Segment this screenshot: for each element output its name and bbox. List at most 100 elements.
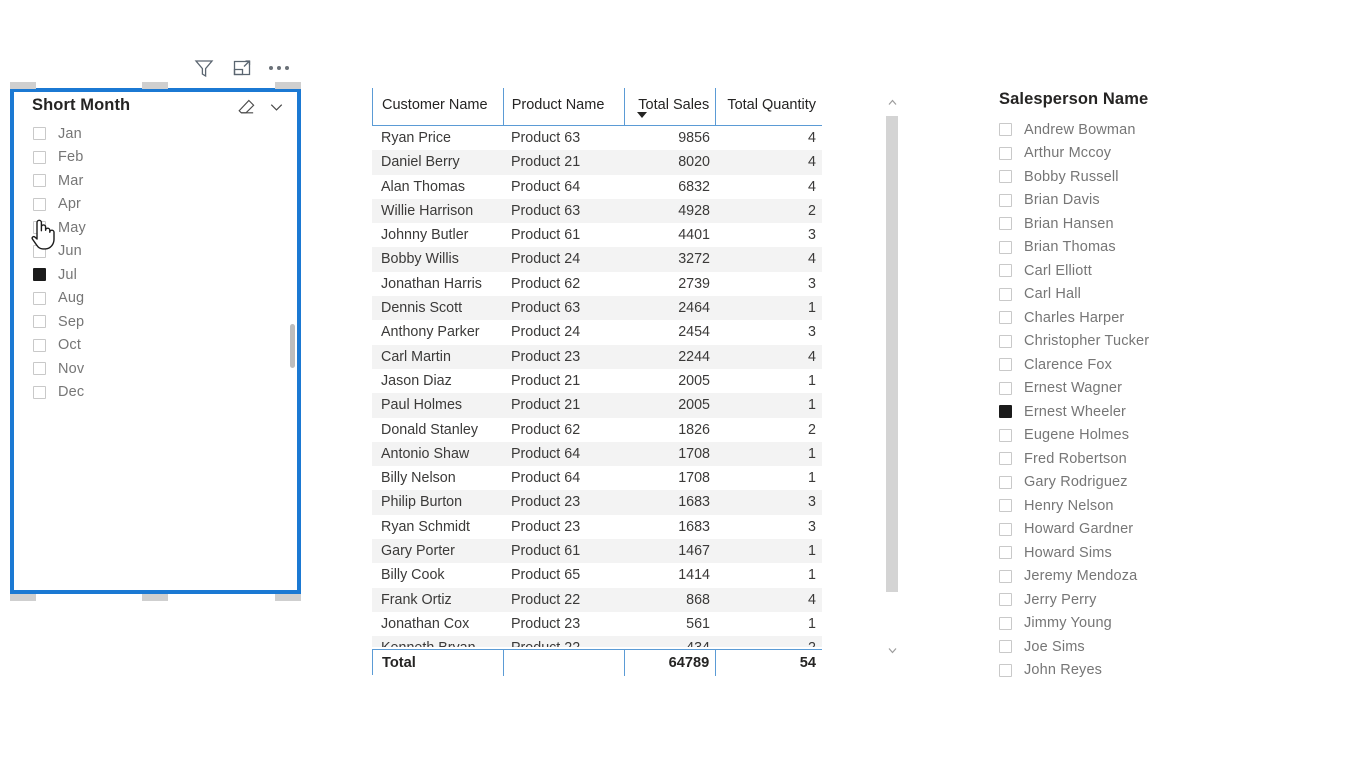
table-row[interactable]: Jonathan Harris Product 62 2739 3: [372, 272, 822, 296]
short-month-slicer[interactable]: Short Month Jan Feb Mar Apr May Jun Jul Aug Sep O…: [10, 88, 301, 594]
checkbox-apr[interactable]: [33, 197, 46, 211]
slicer-item-list[interactable]: Jan Feb Mar Apr May Jun Jul Aug Sep Oct Nov Dec: [14, 122, 297, 590]
checkbox-arthur-mccoy[interactable]: [999, 146, 1012, 160]
table-scrollbar-thumb[interactable]: [886, 116, 898, 592]
checkbox-charles-harper[interactable]: [999, 311, 1012, 325]
checkbox-john-reyes[interactable]: [999, 663, 1012, 677]
checkbox-feb[interactable]: [33, 150, 46, 164]
focus-mode-icon[interactable]: [231, 57, 253, 79]
checkbox-jerry-perry[interactable]: [999, 593, 1012, 607]
checkbox-carl-elliott[interactable]: [999, 264, 1012, 278]
checkbox-christopher-tucker[interactable]: [999, 334, 1012, 348]
slicer-item-jun[interactable]: Jun: [33, 240, 297, 264]
table-row[interactable]: Paul Holmes Product 21 2005 1: [372, 393, 822, 418]
salesperson-item-jimmy-young[interactable]: Jimmy Young: [999, 612, 1259, 636]
eraser-icon[interactable]: [237, 98, 256, 117]
salesperson-item-clarence-fox[interactable]: Clarence Fox: [999, 353, 1259, 377]
scroll-down-chevron-down-icon[interactable]: [885, 642, 899, 658]
table-row[interactable]: Johnny Butler Product 61 4401 3: [372, 223, 822, 247]
table-row[interactable]: Bobby Willis Product 24 3272 4: [372, 247, 822, 272]
checkbox-nov[interactable]: [33, 362, 46, 376]
salesperson-item-joe-sims[interactable]: Joe Sims: [999, 635, 1259, 659]
checkbox-ernest-wagner[interactable]: [999, 381, 1012, 395]
salesperson-item-ernest-wagner[interactable]: Ernest Wagner: [999, 377, 1259, 401]
salesperson-item-henry-nelson[interactable]: Henry Nelson: [999, 494, 1259, 518]
table-row[interactable]: Carl Martin Product 23 2244 4: [372, 344, 822, 369]
slicer-item-oct[interactable]: Oct: [33, 334, 297, 358]
checkbox-jul[interactable]: [33, 268, 46, 282]
table-row[interactable]: Daniel Berry Product 21 8020 4: [372, 150, 822, 175]
filter-icon[interactable]: [193, 57, 215, 79]
salesperson-item-jeremy-mendoza[interactable]: Jeremy Mendoza: [999, 565, 1259, 589]
resize-handle-top-right[interactable]: [275, 82, 301, 89]
resize-handle-bottom-center[interactable]: [142, 594, 168, 601]
table-vertical-scrollbar[interactable]: [885, 94, 899, 658]
checkbox-oct[interactable]: [33, 338, 46, 352]
salesperson-item-gary-rodriguez[interactable]: Gary Rodriguez: [999, 471, 1259, 495]
resize-handle-bottom-right[interactable]: [275, 594, 301, 601]
checkbox-aug[interactable]: [33, 291, 46, 305]
salesperson-item-arthur-mccoy[interactable]: Arthur Mccoy: [999, 142, 1259, 166]
checkbox-howard-sims[interactable]: [999, 546, 1012, 560]
column-header-product-name[interactable]: Product Name: [504, 88, 626, 126]
salesperson-item-charles-harper[interactable]: Charles Harper: [999, 306, 1259, 330]
checkbox-sep[interactable]: [33, 315, 46, 329]
table-row[interactable]: Gary Porter Product 61 1467 1: [372, 539, 822, 564]
salesperson-item-brian-thomas[interactable]: Brian Thomas: [999, 236, 1259, 260]
salesperson-item-eugene-holmes[interactable]: Eugene Holmes: [999, 424, 1259, 448]
slicer-item-aug[interactable]: Aug: [33, 287, 297, 311]
chevron-down-icon[interactable]: [267, 98, 286, 117]
table-row[interactable]: Billy Nelson Product 64 1708 1: [372, 466, 822, 490]
checkbox-brian-thomas[interactable]: [999, 240, 1012, 254]
table-row[interactable]: Donald Stanley Product 62 1826 2: [372, 418, 822, 442]
slicer-item-sep[interactable]: Sep: [33, 310, 297, 334]
slicer-item-nov[interactable]: Nov: [33, 357, 297, 381]
table-row[interactable]: Antonio Shaw Product 64 1708 1: [372, 441, 822, 467]
scroll-up-chevron-up-icon[interactable]: [885, 94, 899, 110]
salesperson-item-brian-hansen[interactable]: Brian Hansen: [999, 212, 1259, 236]
slicer-item-apr[interactable]: Apr: [33, 193, 297, 217]
salesperson-item-howard-sims[interactable]: Howard Sims: [999, 541, 1259, 565]
salesperson-item-carl-hall[interactable]: Carl Hall: [999, 283, 1259, 307]
slicer-item-jul[interactable]: Jul: [33, 263, 297, 287]
checkbox-eugene-holmes[interactable]: [999, 428, 1012, 442]
table-row[interactable]: Jonathan Cox Product 23 561 1: [372, 612, 822, 636]
column-header-total-sales[interactable]: Total Sales: [625, 88, 717, 126]
table-row[interactable]: Frank Ortiz Product 22 868 4: [372, 587, 822, 612]
checkbox-gary-rodriguez[interactable]: [999, 475, 1012, 489]
checkbox-jeremy-mendoza[interactable]: [999, 569, 1012, 583]
slicer-item-mar[interactable]: Mar: [33, 169, 297, 193]
table-row[interactable]: Dennis Scott Product 63 2464 1: [372, 296, 822, 321]
salesperson-item-bobby-russell[interactable]: Bobby Russell: [999, 165, 1259, 189]
slicer-item-jan[interactable]: Jan: [33, 122, 297, 146]
salesperson-item-list[interactable]: Andrew Bowman Arthur Mccoy Bobby Russell Br…: [999, 118, 1259, 682]
checkbox-brian-davis[interactable]: [999, 193, 1012, 207]
slicer-scrollbar-thumb[interactable]: [290, 324, 295, 368]
checkbox-jan[interactable]: [33, 127, 46, 141]
checkbox-dec[interactable]: [33, 385, 46, 399]
checkbox-brian-hansen[interactable]: [999, 217, 1012, 231]
checkbox-andrew-bowman[interactable]: [999, 123, 1012, 137]
slicer-item-may[interactable]: May: [33, 216, 297, 240]
salesperson-item-carl-elliott[interactable]: Carl Elliott: [999, 259, 1259, 283]
table-row[interactable]: Kenneth BryanProduct 224342: [372, 636, 822, 647]
salesperson-item-ernest-wheeler[interactable]: Ernest Wheeler: [999, 400, 1259, 424]
resize-handle-top-center[interactable]: [142, 82, 168, 89]
salesperson-item-fred-robertson[interactable]: Fred Robertson: [999, 447, 1259, 471]
salesperson-item-john-reyes[interactable]: John Reyes: [999, 659, 1259, 683]
resize-handle-bottom-left[interactable]: [10, 594, 36, 601]
column-header-total-quantity[interactable]: Total Quantity: [716, 88, 822, 126]
checkbox-bobby-russell[interactable]: [999, 170, 1012, 184]
table-row[interactable]: Alan Thomas Product 64 6832 4: [372, 175, 822, 199]
checkbox-mar[interactable]: [33, 174, 46, 188]
salesperson-slicer[interactable]: Salesperson Name Andrew Bowman Arthur Mcc…: [999, 90, 1259, 682]
table-row[interactable]: Ryan Price Product 63 9856 4: [372, 126, 822, 150]
salesperson-item-howard-gardner[interactable]: Howard Gardner: [999, 518, 1259, 542]
checkbox-jimmy-young[interactable]: [999, 616, 1012, 630]
checkbox-carl-hall[interactable]: [999, 287, 1012, 301]
table-row[interactable]: Billy Cook Product 65 1414 1: [372, 563, 822, 587]
table-row[interactable]: Anthony Parker Product 24 2454 3: [372, 320, 822, 344]
checkbox-may[interactable]: [33, 221, 46, 235]
more-options-icon[interactable]: [269, 57, 289, 79]
slicer-item-feb[interactable]: Feb: [33, 146, 297, 170]
